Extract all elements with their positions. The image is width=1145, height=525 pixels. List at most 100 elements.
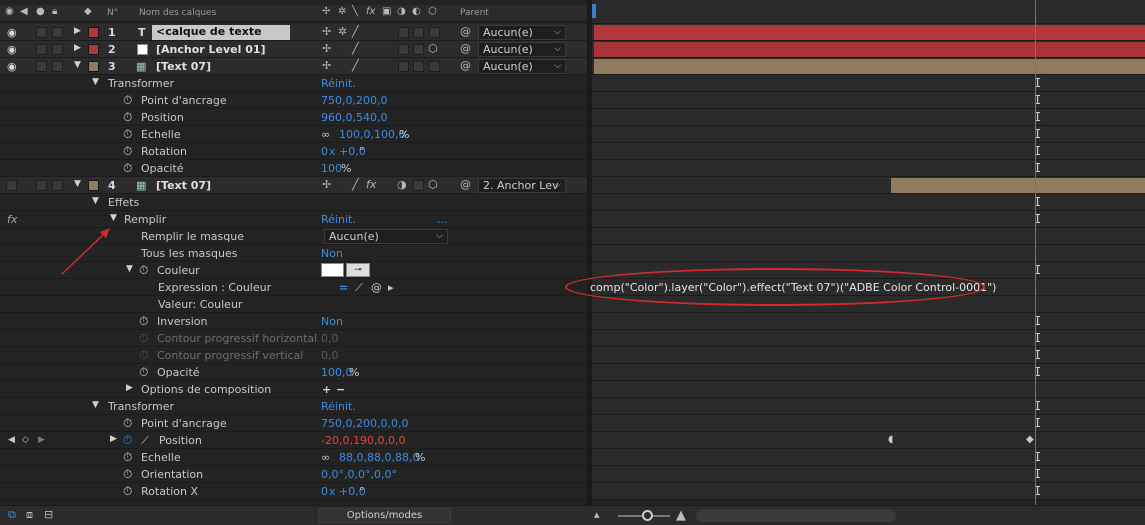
label-color-swatch[interactable] [88, 180, 99, 191]
shy-switch-icon[interactable]: ✢ [322, 25, 331, 38]
property-row-anchor[interactable]: ⏱︎ Point d'ancrage 750,0,200,0 [0, 92, 587, 109]
motion-blur-switch-icon[interactable]: ◑ [397, 178, 407, 191]
shy-switch-icon[interactable]: ✢ [322, 42, 331, 55]
layer-row-2[interactable]: ◉ ▶ 2 [Anchor Level 01] ✢ ╱ ⬡ @ Aucun(e)… [0, 41, 587, 58]
solo-switch[interactable] [36, 180, 47, 191]
adjustment-switch[interactable] [413, 180, 424, 191]
collapse-switch-icon[interactable]: ✲ [338, 25, 347, 38]
name-column-header[interactable]: Nom des calques [139, 8, 216, 18]
stopwatch-icon[interactable]: ⏱︎ [123, 416, 132, 431]
lock-switch[interactable] [52, 61, 63, 72]
layer-bar-4[interactable] [891, 178, 1145, 193]
property-row-anchor-4[interactable]: ⏱︎ Point d'ancrage 750,0,200,0,0,0 [0, 415, 587, 432]
layer-row-4[interactable]: ▼ 4 ▦ [Text 07] ✢ ╱ fx ◑ ⬡ @ 2. Anchor L… [0, 177, 587, 194]
quality-switch-icon[interactable]: ╱ [352, 25, 359, 38]
expression-row[interactable]: Expression : Couleur = ⟋ @ ▸ [0, 279, 587, 296]
property-value[interactable]: Non [321, 247, 343, 260]
solo-switch[interactable] [36, 27, 47, 38]
color-swatch[interactable] [321, 263, 344, 277]
solo-switch[interactable] [36, 44, 47, 55]
3d-switch[interactable] [429, 27, 440, 38]
timeline-panel[interactable]: I I I I I I I I I I I I I I I ◖ ◆ I I I [592, 0, 1145, 505]
property-value[interactable]: 100 [321, 162, 342, 175]
stopwatch-icon[interactable]: ⏱︎ [139, 365, 148, 380]
transfer-controls-icon[interactable]: ⊟ [44, 508, 53, 521]
property-value[interactable]: 0,0°,0,0°,0,0° [321, 468, 397, 481]
stopwatch-icon[interactable]: ⏱︎ [123, 467, 132, 482]
fx-icon[interactable]: fx [366, 6, 375, 17]
reset-link[interactable]: Réinit. [321, 400, 356, 413]
property-value[interactable]: 100,0 [321, 366, 353, 379]
parent-dropdown[interactable]: Aucun(e) ⌵ [478, 59, 566, 74]
quality-switch-icon[interactable]: ╱ [352, 178, 359, 191]
collapse-icon[interactable]: ✲ [338, 6, 346, 17]
expression-enable-icon[interactable]: = [339, 281, 348, 294]
3d-cube-icon[interactable]: ⬡ [428, 42, 438, 55]
quality-switch-icon[interactable]: ╱ [352, 59, 359, 72]
label-color-swatch[interactable] [88, 27, 99, 38]
parent-dropdown[interactable]: Aucun(e) ⌵ [478, 42, 566, 57]
work-area-start-handle[interactable] [592, 4, 596, 18]
solo-icon[interactable]: ● [36, 6, 45, 17]
pickwhip-icon[interactable]: @ [371, 281, 382, 294]
stopwatch-icon[interactable]: ⏱︎ [123, 144, 132, 159]
effect-opacity-row[interactable]: ⏱︎ Opacité 100,0 % [0, 364, 587, 381]
adjustment-switch[interactable] [413, 27, 424, 38]
layer-row-3[interactable]: ◉ ▼ 3 ▦ [Text 07] ✢ ╱ @ Aucun(e) ⌵ [0, 58, 587, 75]
stopwatch-icon[interactable]: ⏱︎ [123, 484, 132, 499]
motion-blur-switch[interactable] [398, 61, 409, 72]
pickwhip-icon[interactable]: @ [460, 59, 471, 72]
layer-name[interactable]: [Anchor Level 01] [156, 43, 266, 56]
3d-cube-icon[interactable]: ⬡ [428, 178, 438, 191]
property-row-rotx-4[interactable]: ⏱︎ Rotation X 0 x +0,0 ° [0, 483, 587, 500]
lock-switch[interactable] [52, 180, 63, 191]
property-value[interactable]: 100,0,100,0 [339, 128, 405, 141]
motion-blur-switch[interactable] [398, 44, 409, 55]
expression-text[interactable]: comp("Color").layer("Color").effect("Tex… [590, 281, 996, 294]
effects-group-row[interactable]: ▼ Effets [0, 194, 587, 211]
layer-name[interactable]: [Text 07] [156, 179, 211, 192]
layer-name[interactable]: [Text 07] [156, 60, 211, 73]
shy-switch-icon[interactable]: ✢ [322, 178, 331, 191]
zoom-slider-handle[interactable] [642, 510, 653, 521]
stopwatch-icon[interactable]: ⏱︎ [123, 450, 132, 465]
stopwatch-icon[interactable]: ⏱︎ [123, 110, 132, 125]
property-row-opacity[interactable]: ⏱︎ Opacité 100 % [0, 160, 587, 177]
property-value[interactable]: -20,0,190,0,0,0 [321, 434, 405, 447]
visibility-eye-icon[interactable]: ◉ [7, 60, 17, 73]
expand-triangle-icon[interactable]: ▶ [126, 383, 133, 393]
solo-switch[interactable] [36, 61, 47, 72]
pickwhip-icon[interactable]: @ [460, 178, 471, 191]
property-row-scale-4[interactable]: ⏱︎ Echelle ∞ 88,0,88,0,88,0 % [0, 449, 587, 466]
keyframe-ease-in-icon[interactable]: ◖ [888, 434, 893, 445]
expand-triangle-icon[interactable]: ▶ [110, 434, 117, 444]
property-value[interactable]: 750,0,200,0,0,0 [321, 417, 408, 430]
collapse-triangle-icon[interactable]: ▼ [74, 60, 81, 70]
layer-bar-3[interactable] [594, 59, 1145, 74]
parent-dropdown[interactable]: Aucun(e) ⌵ [478, 25, 566, 40]
adjustment-icon[interactable]: ◐ [412, 6, 421, 17]
label-color-swatch[interactable] [88, 44, 99, 55]
expand-triangle-icon[interactable]: ▶ [74, 43, 81, 53]
shy-switch-icon[interactable]: ✢ [322, 59, 331, 72]
effect-name[interactable]: Remplir [124, 213, 166, 226]
property-row-scale[interactable]: ⏱︎ Echelle ∞ 100,0,100,0 % [0, 126, 587, 143]
prev-keyframe-icon[interactable]: ◀ [8, 434, 15, 447]
comp-flowchart-icon[interactable]: ⧉ [8, 508, 16, 522]
3d-layer-icon[interactable]: ⬡ [428, 6, 437, 17]
options-modes-toggle[interactable]: Options/modes [318, 508, 451, 523]
property-row-rotation[interactable]: ⏱︎ Rotation 0 x +0,0 ° [0, 143, 587, 160]
parent-dropdown[interactable]: 2. Anchor Lev ⌵ [478, 178, 566, 193]
link-chain-icon[interactable]: ∞ [321, 128, 330, 141]
zoom-out-icon[interactable]: ▴ [594, 508, 600, 521]
adjustment-switch[interactable] [413, 61, 424, 72]
fill-mask-dropdown[interactable]: Aucun(e) ⌵ [324, 229, 448, 244]
add-icon[interactable]: + [322, 383, 331, 396]
layer-row-1[interactable]: ◉ ▶ 1 T <calque de texte vide> ✢ ✲ ╱ @ A… [0, 24, 587, 51]
property-value[interactable]: 0 [321, 145, 328, 158]
add-keyframe-icon[interactable]: ◇ [22, 434, 29, 447]
layer-switches-icon[interactable]: ⧈ [26, 508, 33, 522]
num-column-header[interactable]: N° [107, 8, 118, 18]
parent-column-header[interactable]: Parent [460, 8, 489, 18]
layer-bar-2[interactable] [594, 42, 1145, 57]
